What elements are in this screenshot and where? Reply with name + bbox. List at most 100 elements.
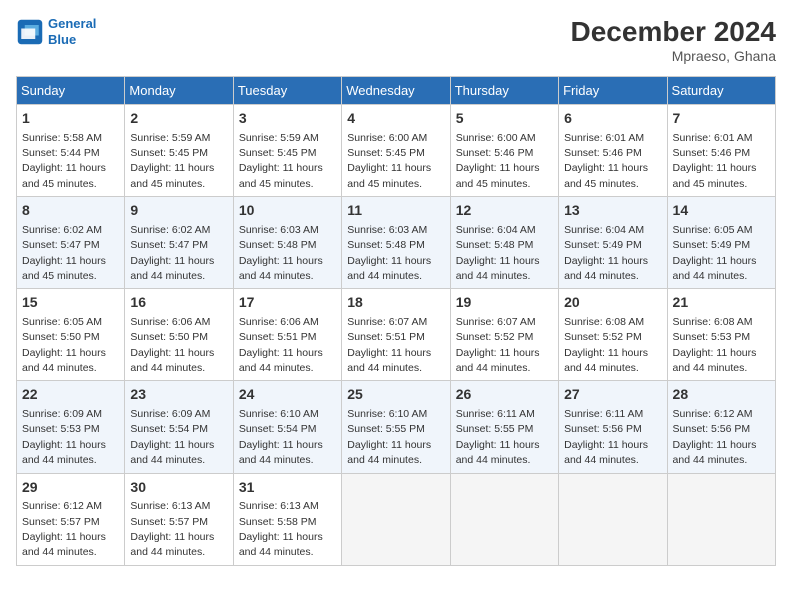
table-row: 30 Sunrise: 6:13 AMSunset: 5:57 PMDaylig… <box>125 473 233 565</box>
day-number: 11 <box>347 201 444 221</box>
day-info: Sunrise: 6:11 AMSunset: 5:56 PMDaylight:… <box>564 408 648 466</box>
day-number: 13 <box>564 201 661 221</box>
day-number: 20 <box>564 293 661 313</box>
day-info: Sunrise: 5:59 AMSunset: 5:45 PMDaylight:… <box>130 132 214 190</box>
day-number: 4 <box>347 109 444 129</box>
day-number: 2 <box>130 109 227 129</box>
header-saturday: Saturday <box>667 77 775 105</box>
location: Mpraeso, Ghana <box>571 48 776 64</box>
table-row: 31 Sunrise: 6:13 AMSunset: 5:58 PMDaylig… <box>233 473 341 565</box>
day-info: Sunrise: 6:05 AMSunset: 5:49 PMDaylight:… <box>673 224 757 282</box>
calendar-week-row: 8 Sunrise: 6:02 AMSunset: 5:47 PMDayligh… <box>17 197 776 289</box>
day-number: 9 <box>130 201 227 221</box>
table-row <box>667 473 775 565</box>
logo-line2: Blue <box>48 32 76 47</box>
day-info: Sunrise: 6:07 AMSunset: 5:51 PMDaylight:… <box>347 316 431 374</box>
table-row: 17 Sunrise: 6:06 AMSunset: 5:51 PMDaylig… <box>233 289 341 381</box>
day-info: Sunrise: 6:12 AMSunset: 5:56 PMDaylight:… <box>673 408 757 466</box>
day-info: Sunrise: 6:04 AMSunset: 5:48 PMDaylight:… <box>456 224 540 282</box>
day-number: 19 <box>456 293 553 313</box>
table-row: 14 Sunrise: 6:05 AMSunset: 5:49 PMDaylig… <box>667 197 775 289</box>
day-number: 18 <box>347 293 444 313</box>
table-row <box>342 473 450 565</box>
table-row: 3 Sunrise: 5:59 AMSunset: 5:45 PMDayligh… <box>233 105 341 197</box>
header-monday: Monday <box>125 77 233 105</box>
header-sunday: Sunday <box>17 77 125 105</box>
day-info: Sunrise: 6:00 AMSunset: 5:46 PMDaylight:… <box>456 132 540 190</box>
day-number: 1 <box>22 109 119 129</box>
table-row: 2 Sunrise: 5:59 AMSunset: 5:45 PMDayligh… <box>125 105 233 197</box>
day-number: 28 <box>673 385 770 405</box>
day-info: Sunrise: 5:58 AMSunset: 5:44 PMDaylight:… <box>22 132 106 190</box>
table-row: 9 Sunrise: 6:02 AMSunset: 5:47 PMDayligh… <box>125 197 233 289</box>
day-info: Sunrise: 6:13 AMSunset: 5:57 PMDaylight:… <box>130 500 214 558</box>
day-number: 22 <box>22 385 119 405</box>
calendar-week-row: 29 Sunrise: 6:12 AMSunset: 5:57 PMDaylig… <box>17 473 776 565</box>
title-block: December 2024 Mpraeso, Ghana <box>571 16 776 64</box>
day-info: Sunrise: 6:08 AMSunset: 5:53 PMDaylight:… <box>673 316 757 374</box>
day-info: Sunrise: 6:13 AMSunset: 5:58 PMDaylight:… <box>239 500 323 558</box>
day-info: Sunrise: 6:05 AMSunset: 5:50 PMDaylight:… <box>22 316 106 374</box>
day-info: Sunrise: 6:03 AMSunset: 5:48 PMDaylight:… <box>239 224 323 282</box>
day-info: Sunrise: 6:09 AMSunset: 5:54 PMDaylight:… <box>130 408 214 466</box>
day-number: 23 <box>130 385 227 405</box>
day-number: 24 <box>239 385 336 405</box>
header-friday: Friday <box>559 77 667 105</box>
weekday-header-row: Sunday Monday Tuesday Wednesday Thursday… <box>17 77 776 105</box>
header-wednesday: Wednesday <box>342 77 450 105</box>
day-number: 8 <box>22 201 119 221</box>
day-info: Sunrise: 6:04 AMSunset: 5:49 PMDaylight:… <box>564 224 648 282</box>
table-row: 10 Sunrise: 6:03 AMSunset: 5:48 PMDaylig… <box>233 197 341 289</box>
day-number: 10 <box>239 201 336 221</box>
table-row: 12 Sunrise: 6:04 AMSunset: 5:48 PMDaylig… <box>450 197 558 289</box>
day-info: Sunrise: 5:59 AMSunset: 5:45 PMDaylight:… <box>239 132 323 190</box>
logo-icon <box>16 18 44 46</box>
day-number: 26 <box>456 385 553 405</box>
table-row: 1 Sunrise: 5:58 AMSunset: 5:44 PMDayligh… <box>17 105 125 197</box>
calendar-week-row: 1 Sunrise: 5:58 AMSunset: 5:44 PMDayligh… <box>17 105 776 197</box>
day-info: Sunrise: 6:10 AMSunset: 5:54 PMDaylight:… <box>239 408 323 466</box>
table-row: 13 Sunrise: 6:04 AMSunset: 5:49 PMDaylig… <box>559 197 667 289</box>
day-number: 16 <box>130 293 227 313</box>
table-row <box>559 473 667 565</box>
calendar-table: Sunday Monday Tuesday Wednesday Thursday… <box>16 76 776 566</box>
table-row: 22 Sunrise: 6:09 AMSunset: 5:53 PMDaylig… <box>17 381 125 473</box>
table-row: 29 Sunrise: 6:12 AMSunset: 5:57 PMDaylig… <box>17 473 125 565</box>
header-thursday: Thursday <box>450 77 558 105</box>
table-row: 6 Sunrise: 6:01 AMSunset: 5:46 PMDayligh… <box>559 105 667 197</box>
day-info: Sunrise: 6:01 AMSunset: 5:46 PMDaylight:… <box>673 132 757 190</box>
table-row: 11 Sunrise: 6:03 AMSunset: 5:48 PMDaylig… <box>342 197 450 289</box>
table-row <box>450 473 558 565</box>
day-number: 29 <box>22 478 119 498</box>
calendar-week-row: 22 Sunrise: 6:09 AMSunset: 5:53 PMDaylig… <box>17 381 776 473</box>
day-number: 27 <box>564 385 661 405</box>
day-info: Sunrise: 6:02 AMSunset: 5:47 PMDaylight:… <box>22 224 106 282</box>
day-number: 25 <box>347 385 444 405</box>
day-info: Sunrise: 6:11 AMSunset: 5:55 PMDaylight:… <box>456 408 540 466</box>
day-number: 15 <box>22 293 119 313</box>
day-info: Sunrise: 6:00 AMSunset: 5:45 PMDaylight:… <box>347 132 431 190</box>
table-row: 20 Sunrise: 6:08 AMSunset: 5:52 PMDaylig… <box>559 289 667 381</box>
day-number: 21 <box>673 293 770 313</box>
day-number: 5 <box>456 109 553 129</box>
header-tuesday: Tuesday <box>233 77 341 105</box>
table-row: 16 Sunrise: 6:06 AMSunset: 5:50 PMDaylig… <box>125 289 233 381</box>
table-row: 25 Sunrise: 6:10 AMSunset: 5:55 PMDaylig… <box>342 381 450 473</box>
table-row: 18 Sunrise: 6:07 AMSunset: 5:51 PMDaylig… <box>342 289 450 381</box>
table-row: 5 Sunrise: 6:00 AMSunset: 5:46 PMDayligh… <box>450 105 558 197</box>
page-header: General Blue December 2024 Mpraeso, Ghan… <box>16 16 776 64</box>
day-number: 31 <box>239 478 336 498</box>
day-number: 6 <box>564 109 661 129</box>
day-info: Sunrise: 6:03 AMSunset: 5:48 PMDaylight:… <box>347 224 431 282</box>
day-number: 3 <box>239 109 336 129</box>
day-info: Sunrise: 6:09 AMSunset: 5:53 PMDaylight:… <box>22 408 106 466</box>
day-number: 30 <box>130 478 227 498</box>
logo-text: General Blue <box>48 16 96 47</box>
calendar-week-row: 15 Sunrise: 6:05 AMSunset: 5:50 PMDaylig… <box>17 289 776 381</box>
table-row: 26 Sunrise: 6:11 AMSunset: 5:55 PMDaylig… <box>450 381 558 473</box>
logo-line1: General <box>48 16 96 31</box>
table-row: 28 Sunrise: 6:12 AMSunset: 5:56 PMDaylig… <box>667 381 775 473</box>
day-info: Sunrise: 6:07 AMSunset: 5:52 PMDaylight:… <box>456 316 540 374</box>
table-row: 21 Sunrise: 6:08 AMSunset: 5:53 PMDaylig… <box>667 289 775 381</box>
day-number: 7 <box>673 109 770 129</box>
